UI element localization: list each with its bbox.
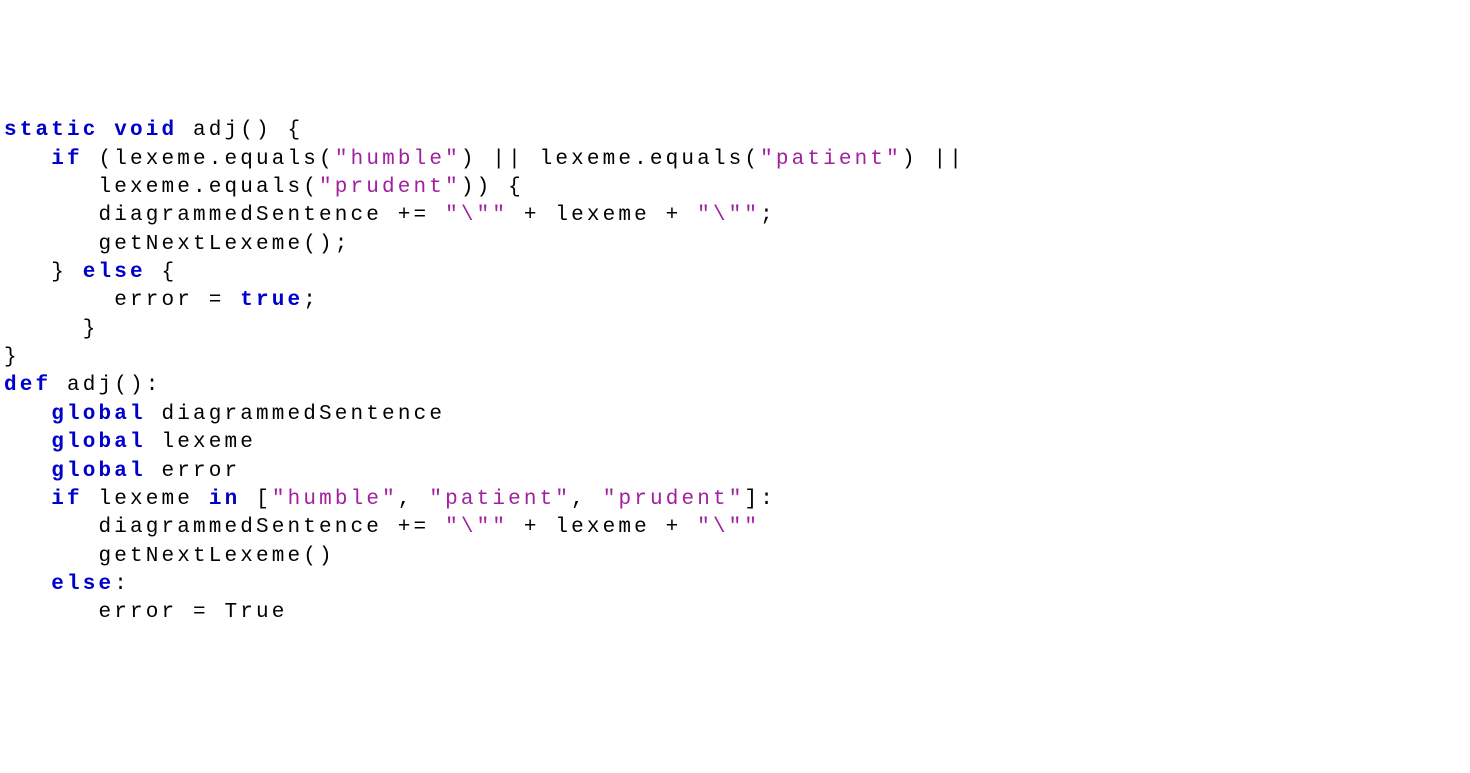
- code-line-15: diagrammedSentence += "\"" + lexeme + "\…: [4, 516, 760, 539]
- code-line-7: error = true;: [4, 289, 319, 312]
- code-line-11: global diagrammedSentence: [4, 403, 445, 426]
- code-line-13: global error: [4, 460, 240, 483]
- code-line-2: if (lexeme.equals("humble") || lexeme.eq…: [4, 148, 965, 171]
- code-line-4: diagrammedSentence += "\"" + lexeme + "\…: [4, 204, 776, 227]
- code-line-8: }: [4, 318, 99, 341]
- code-line-9: }: [4, 346, 20, 369]
- code-line-14: if lexeme in ["humble", "patient", "prud…: [4, 488, 776, 511]
- code-line-1: static void adj() {: [4, 119, 303, 142]
- code-line-12: global lexeme: [4, 431, 256, 454]
- code-block: static void adj() { if (lexeme.equals("h…: [0, 113, 1470, 631]
- code-line-5: getNextLexeme();: [4, 233, 351, 256]
- code-line-10: def adj():: [4, 374, 162, 397]
- code-line-6: } else {: [4, 261, 177, 284]
- code-line-17: else:: [4, 573, 130, 596]
- code-line-16: getNextLexeme(): [4, 545, 335, 568]
- code-line-3: lexeme.equals("prudent")) {: [4, 176, 524, 199]
- code-line-18: error = True: [4, 601, 288, 624]
